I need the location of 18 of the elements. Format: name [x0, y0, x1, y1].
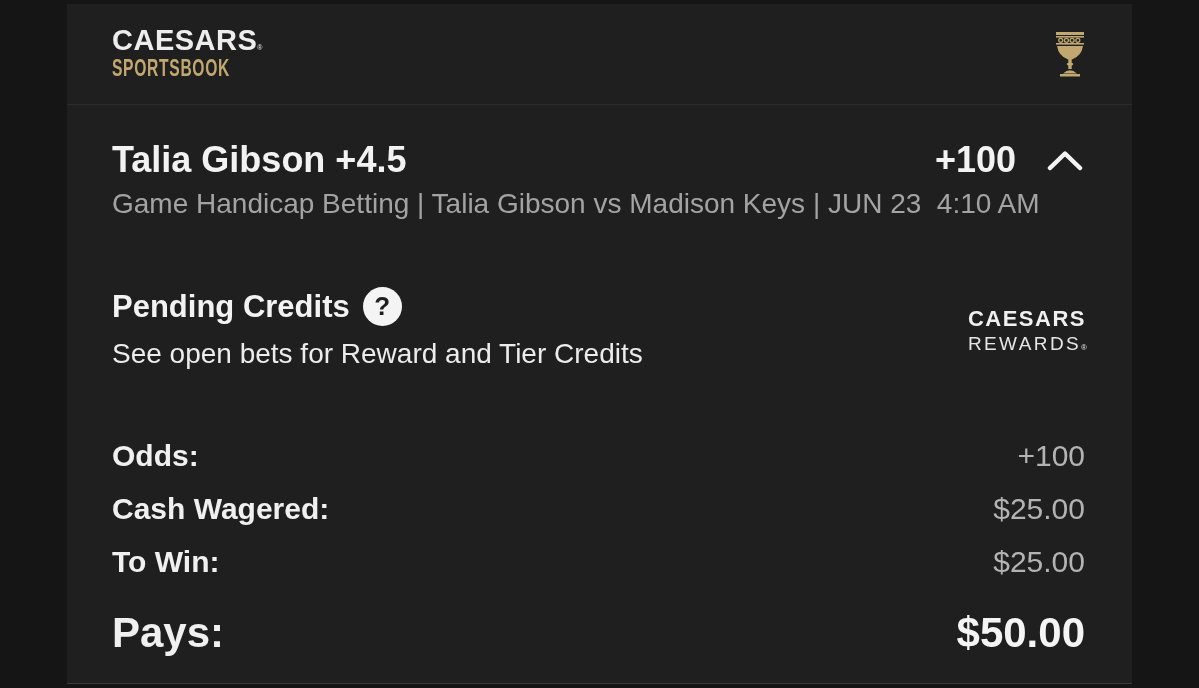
credits-note: See open bets for Reward and Tier Credits	[112, 340, 643, 368]
bet-details: Game Handicap Betting | Talia Gibson vs Madison Keys | JUN 23 4:10 AM	[112, 190, 1041, 218]
selection-title: Talia Gibson +4.5	[112, 142, 407, 178]
summary-value: $50.00	[956, 612, 1085, 654]
summary-label: Odds:	[112, 441, 199, 471]
section-title: Pending Credits	[112, 291, 350, 322]
chevron-up-icon[interactable]	[1047, 149, 1083, 171]
summary-value: +100	[1017, 441, 1085, 471]
odds-value: +100	[934, 142, 1016, 178]
help-button[interactable]: ?	[362, 287, 402, 326]
summary-label: Cash Wagered:	[112, 494, 330, 524]
summary-label: To Win:	[112, 547, 220, 577]
logo-subtitle: SPORTSBOOK	[112, 57, 231, 80]
summary-label: Pays:	[112, 612, 225, 654]
summary-value: $25.00	[993, 494, 1085, 524]
rewards-logo-title: CAESARS	[967, 308, 1086, 330]
chalice-icon	[1056, 32, 1084, 77]
summary-value: $25.00	[993, 547, 1085, 577]
